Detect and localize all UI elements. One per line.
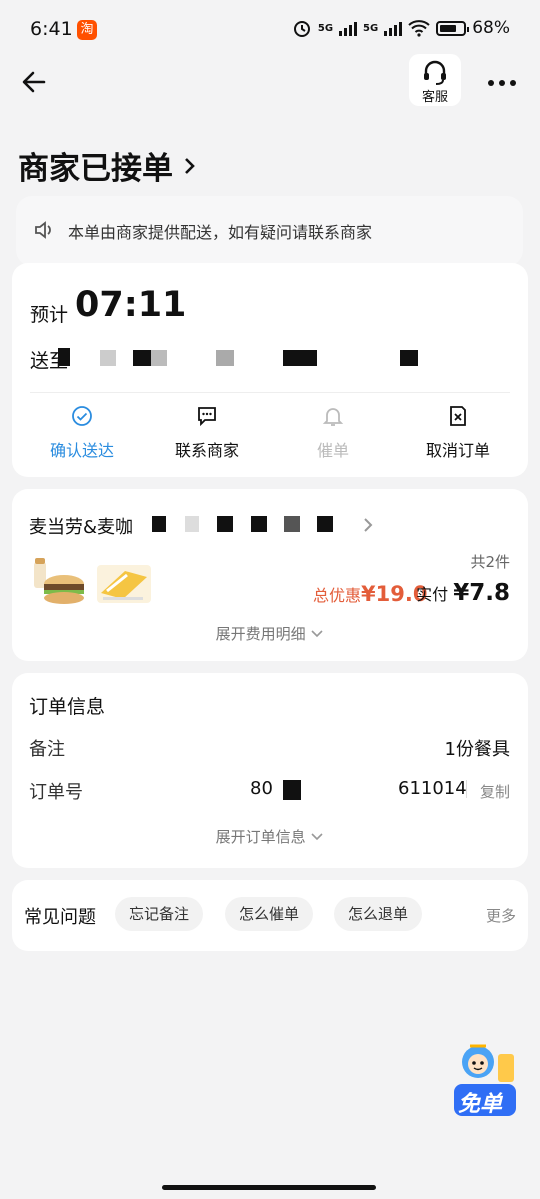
shop-redaction: [284, 516, 300, 532]
discount-label: 总优惠: [313, 586, 362, 605]
contact-merchant-label: 联系商家: [174, 441, 239, 460]
chevron-down-icon: [311, 630, 323, 638]
confirm-delivery-button[interactable]: 确认送达: [22, 405, 142, 461]
eta-time: 07:11: [75, 285, 187, 325]
net-type-2: 5G: [363, 22, 379, 34]
paid-amount: 实付 ¥7.8: [416, 580, 510, 606]
home-indicator[interactable]: [162, 1185, 376, 1190]
urge-order-label: 催单: [316, 441, 349, 460]
order-number-redaction: [283, 780, 301, 800]
order-number-prefix: 80: [250, 778, 273, 799]
confirm-delivery-label: 确认送达: [49, 441, 114, 460]
status-icons: 5G 5G 68%: [292, 18, 510, 38]
shop-redaction: [251, 516, 267, 532]
shop-redaction: [185, 516, 199, 532]
free-order-badge[interactable]: 免单: [450, 1040, 520, 1120]
address-redaction: [133, 350, 151, 366]
wrap-image: [97, 565, 151, 603]
expand-info-label: 展开订单信息: [215, 828, 306, 846]
cancel-order-label: 取消订单: [425, 441, 490, 460]
expand-fee-label: 展开费用明细: [215, 625, 306, 643]
shop-redaction: [217, 516, 233, 532]
contact-merchant-button[interactable]: 联系商家: [147, 405, 267, 461]
shop-redaction: [317, 516, 333, 532]
customer-service-label: 客服: [421, 90, 448, 105]
faq-title: 常见问题: [24, 907, 96, 928]
total-discount: 总优惠¥19.0: [313, 582, 427, 606]
more-menu-button[interactable]: [488, 80, 516, 86]
address-redaction: [283, 350, 317, 366]
shop-name[interactable]: 麦当劳&麦咖: [29, 513, 133, 539]
bell-icon: [322, 408, 344, 426]
item-count: 共2件: [470, 553, 510, 571]
check-circle-icon: [72, 406, 92, 426]
address-redaction: [216, 350, 234, 366]
faq-chip-urge[interactable]: 怎么催单: [225, 897, 314, 931]
expand-fee-details[interactable]: 展开费用明细: [0, 623, 540, 644]
faq-chip-forgot-note[interactable]: 忘记备注: [115, 897, 204, 931]
cancel-doc-icon: [450, 406, 466, 426]
signal-icon: [339, 20, 358, 36]
net-type-1: 5G: [317, 22, 334, 34]
note-value: 1份餐具: [444, 739, 510, 760]
taobao-notification-icon: 淘: [77, 20, 97, 40]
faq-chip-refund[interactable]: 怎么退单: [334, 897, 423, 931]
address-redaction: [58, 348, 70, 366]
paid-value: ¥7.8: [453, 580, 510, 606]
address-redaction: [100, 350, 116, 366]
address-redaction: [400, 350, 418, 366]
speaker-icon: [35, 221, 51, 239]
order-status-title[interactable]: 商家已接单: [18, 143, 197, 188]
headset-icon: [424, 60, 446, 85]
chat-icon: [198, 407, 216, 427]
note-label: 备注: [29, 739, 65, 760]
shop-redaction: [152, 516, 166, 532]
chevron-right-icon: [185, 157, 195, 174]
battery-icon: [436, 20, 470, 36]
paid-label: 实付: [416, 585, 449, 604]
address-redaction: [151, 350, 167, 366]
order-info-title: 订单信息: [29, 696, 106, 718]
chevron-right-icon[interactable]: [362, 516, 374, 534]
eta-label: 预计: [30, 304, 69, 326]
free-order-label: 免单: [458, 1092, 503, 1117]
customer-service-button[interactable]: 客服: [409, 54, 461, 106]
chevron-down-icon: [311, 833, 323, 841]
wifi-icon: [408, 20, 430, 37]
battery-percent: 68%: [472, 18, 510, 38]
cancel-order-button[interactable]: 取消订单: [398, 405, 518, 461]
status-time: 6:41: [30, 18, 73, 40]
expand-order-info[interactable]: 展开订单信息: [0, 826, 540, 847]
page-title: 商家已接单: [18, 151, 173, 187]
divider: [466, 780, 467, 798]
urge-order-button[interactable]: 催单: [273, 405, 393, 461]
copy-button[interactable]: 复制: [480, 781, 510, 802]
order-number-label: 订单号: [29, 782, 83, 803]
alarm-icon: [293, 21, 310, 37]
order-number-suffix: 611014: [398, 778, 467, 799]
divider: [30, 392, 510, 393]
notice-text: 本单由商家提供配送，如有疑问请联系商家: [68, 223, 373, 242]
back-arrow-icon[interactable]: [20, 68, 48, 96]
faq-more-link[interactable]: 更多: [486, 905, 516, 926]
signal-icon-2: [384, 20, 403, 36]
burger-image: [34, 558, 84, 604]
